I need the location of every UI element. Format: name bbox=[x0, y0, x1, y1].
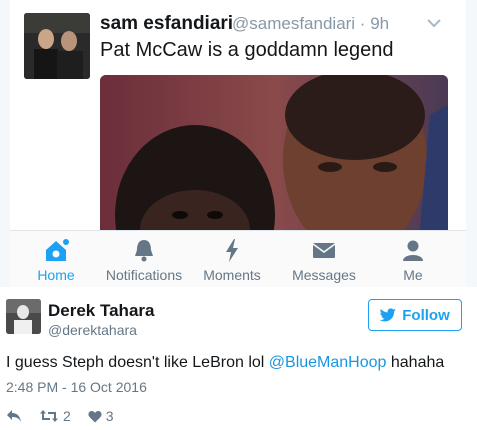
tab-moments-label: Moments bbox=[203, 267, 261, 283]
reply-button[interactable] bbox=[6, 409, 22, 423]
tweet-actions: 2 3 bbox=[6, 406, 131, 426]
tab-home-label: Home bbox=[37, 267, 75, 283]
tweet-timestamp[interactable]: 2:48 PM - 16 Oct 2016 bbox=[6, 379, 147, 395]
follow-button-label: Follow bbox=[402, 306, 450, 324]
author-handle[interactable]: @derektahara bbox=[48, 322, 137, 338]
embedded-avatar bbox=[24, 13, 90, 79]
follow-button[interactable]: Follow bbox=[368, 299, 462, 331]
chevron-down-icon bbox=[426, 16, 442, 28]
tab-moments[interactable]: Moments bbox=[186, 231, 278, 288]
heart-icon bbox=[88, 410, 102, 422]
retweet-button[interactable]: 2 bbox=[39, 408, 71, 424]
person-icon bbox=[403, 240, 423, 261]
embedded-tweet-photo bbox=[100, 75, 448, 230]
bell-icon bbox=[135, 240, 153, 262]
embedded-screenshot: sam esfandiari @samesfandiari · 9h Pat M… bbox=[0, 0, 477, 287]
reply-icon bbox=[7, 410, 21, 422]
mention-link[interactable]: @BlueManHoop bbox=[269, 354, 387, 371]
tab-notifications-label: Notifications bbox=[105, 267, 183, 283]
tab-messages-label: Messages bbox=[292, 267, 356, 283]
retweet-count: 2 bbox=[63, 408, 71, 424]
tab-notifications[interactable]: Notifications bbox=[98, 231, 190, 288]
tweet-text-after: hahaha bbox=[386, 354, 445, 371]
tab-me[interactable]: Me bbox=[367, 231, 459, 288]
embedded-author-handle: @samesfandiari · 9h bbox=[232, 14, 390, 33]
like-count: 3 bbox=[105, 408, 114, 424]
retweet-icon bbox=[40, 410, 58, 422]
embedded-tweet-card: sam esfandiari @samesfandiari · 9h Pat M… bbox=[10, 0, 466, 230]
tweet-text-before: I guess Steph doesn't like LeBron lol bbox=[6, 354, 269, 371]
bird-icon bbox=[380, 308, 396, 322]
home-icon bbox=[46, 239, 69, 261]
lightning-icon bbox=[226, 239, 238, 262]
tab-messages[interactable]: Messages bbox=[278, 231, 370, 288]
envelope-icon bbox=[312, 243, 336, 258]
embedded-tweet-text: Pat McCaw is a goddamn legend bbox=[100, 39, 394, 61]
tab-me-label: Me bbox=[403, 267, 423, 283]
avatar[interactable] bbox=[6, 299, 41, 334]
bottom-tab-bar: Home Notifications Moments Messages Me bbox=[10, 230, 466, 287]
tab-home[interactable]: Home bbox=[10, 231, 102, 288]
like-button[interactable]: 3 bbox=[88, 408, 114, 424]
embedded-author-name: sam esfandiari bbox=[100, 13, 234, 34]
tweet-text: I guess Steph doesn't like LeBron lol @B… bbox=[6, 354, 444, 372]
author-name[interactable]: Derek Tahara bbox=[48, 301, 154, 321]
